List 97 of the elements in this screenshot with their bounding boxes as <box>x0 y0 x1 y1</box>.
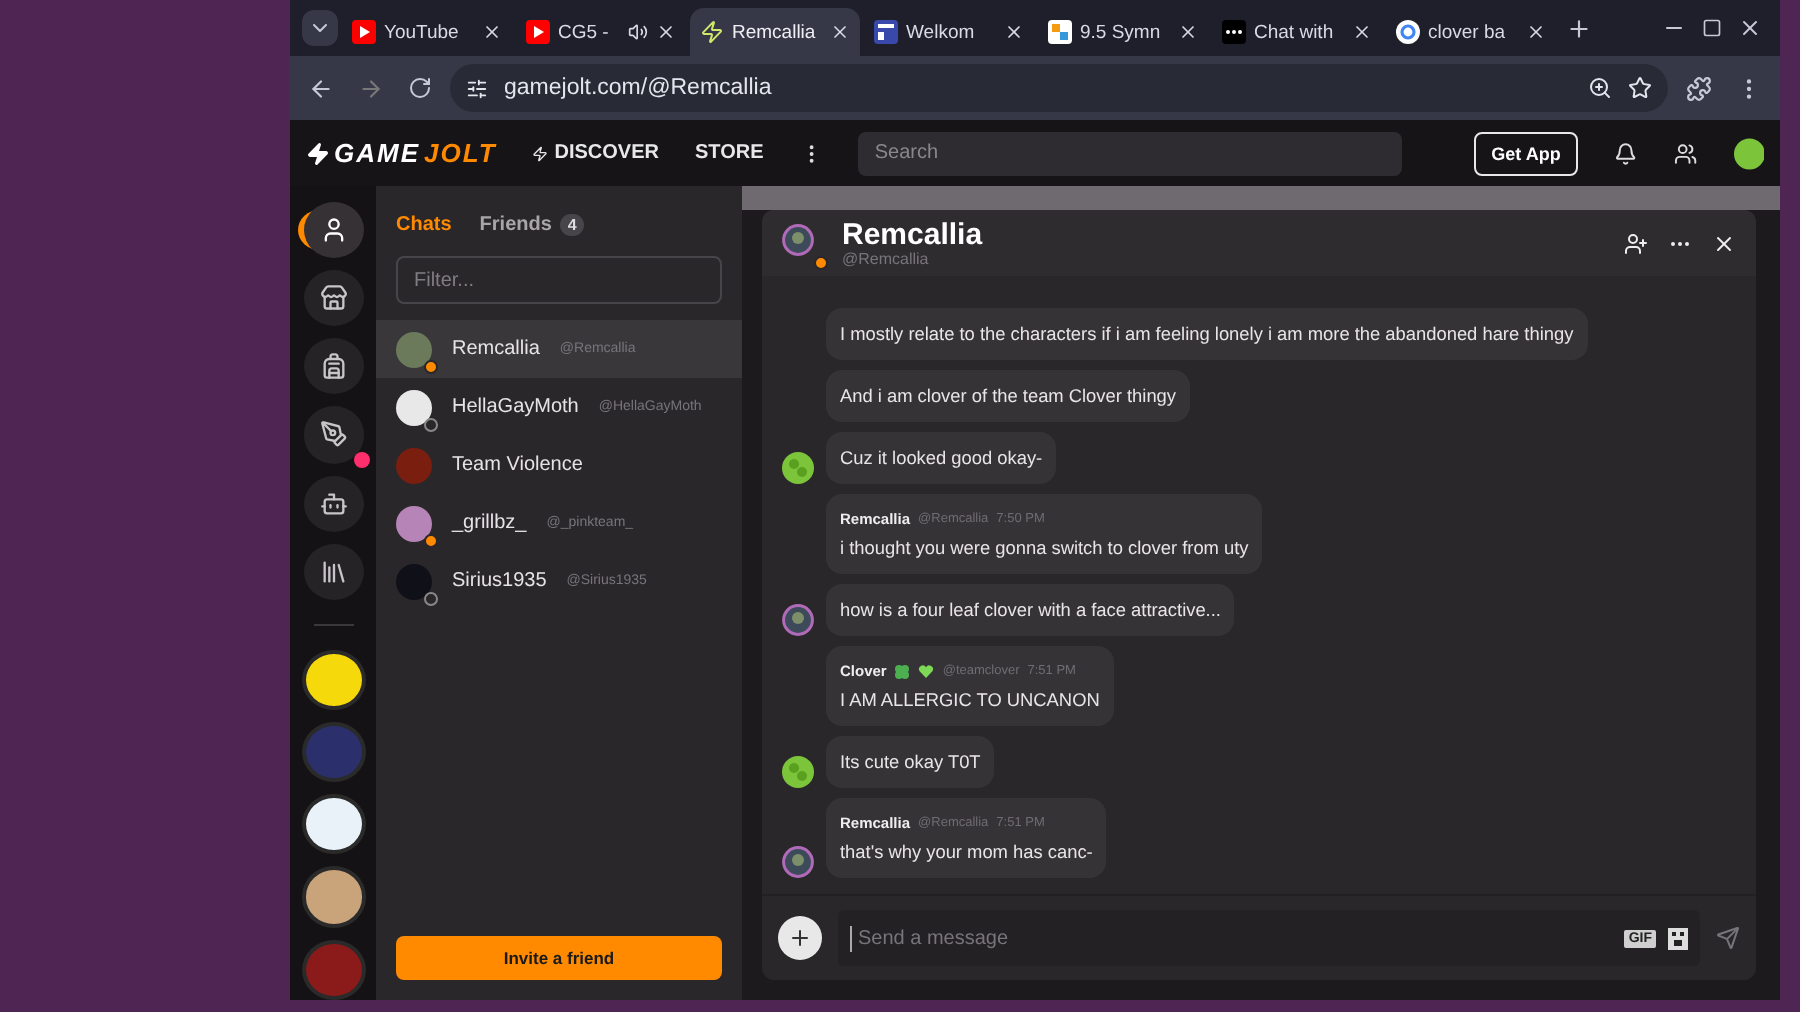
user-name: _grillbz_ <box>452 512 527 534</box>
back-arrow-icon <box>308 75 334 101</box>
clover-icon <box>894 663 911 679</box>
person-icon <box>319 216 347 245</box>
message-text: i thought you were gonna switch to clover from uty <box>840 538 1249 558</box>
user-avatar <box>782 223 814 255</box>
zoom-icon[interactable] <box>1588 76 1612 100</box>
close-icon[interactable] <box>1004 22 1024 42</box>
rail-button[interactable] <box>303 406 363 463</box>
bookmark-star-icon[interactable] <box>1628 76 1652 100</box>
close-icon[interactable] <box>1178 22 1198 42</box>
nav-link[interactable]: DISCOVER <box>532 142 659 164</box>
play-icon <box>526 20 550 44</box>
count-badge: 4 <box>559 214 585 236</box>
nav-link[interactable]: STORE <box>695 142 764 164</box>
send-icon[interactable] <box>1716 926 1740 950</box>
forward-arrow-icon <box>358 75 384 101</box>
chat-tab[interactable]: Chats <box>396 214 452 236</box>
browser-tab[interactable]: Welkom <box>864 8 1034 56</box>
plus-icon <box>1566 15 1592 41</box>
puzzle-icon <box>1686 75 1712 101</box>
message-text: I mostly relate to the characters if i am feeling lonely i am more the abandoned hare thingy <box>840 324 1574 344</box>
message-text: And i am clover of the team Clover thingy <box>840 386 1177 406</box>
bolt-icon <box>700 20 724 44</box>
profile-avatar[interactable] <box>1733 137 1765 169</box>
rail-button[interactable] <box>303 202 363 259</box>
user-avatar <box>782 604 814 636</box>
close-icon <box>1738 16 1762 40</box>
reload-icon <box>408 76 432 100</box>
user-name: Remcallia <box>452 338 540 360</box>
close-icon[interactable] <box>1712 231 1736 255</box>
browser-tab[interactable]: clover ba <box>1386 8 1556 56</box>
browser-tab[interactable]: Chat with <box>1212 8 1382 56</box>
message-text: Cuz it looked good okay- <box>840 448 1043 468</box>
store-icon <box>319 284 347 313</box>
logo-text: GAME <box>334 138 420 168</box>
get-app-button[interactable]: Get App <box>1473 131 1579 175</box>
rail-button[interactable] <box>303 543 363 600</box>
rail-button[interactable] <box>303 475 363 532</box>
browser-tab[interactable]: YouTube <box>342 8 512 56</box>
plus-icon <box>788 926 812 950</box>
robot-icon <box>319 489 347 518</box>
add-button[interactable] <box>778 916 822 960</box>
heart-icon <box>918 663 935 679</box>
message-text: I AM ALLERGIC TO UNCANON <box>840 690 1100 710</box>
rail-button[interactable] <box>303 338 363 395</box>
community-avatar[interactable] <box>301 794 365 855</box>
friends-icon[interactable] <box>1673 141 1698 165</box>
notification-dot <box>353 451 369 467</box>
message-text: that's why your mom has canc- <box>840 842 1093 862</box>
address-bar[interactable]: gamejolt.com/@Remcallia <box>450 64 1668 112</box>
close-icon[interactable] <box>1352 22 1372 42</box>
rail-button[interactable] <box>303 270 363 327</box>
browser-tab[interactable]: 9.5 Symn <box>1038 8 1208 56</box>
maximize-icon <box>1702 18 1722 38</box>
logo-text: JOLT <box>424 138 497 168</box>
close-icon[interactable] <box>656 22 676 42</box>
speaker-icon <box>628 22 648 42</box>
community-avatar[interactable] <box>301 649 365 710</box>
backpack-icon <box>319 352 347 381</box>
tiles-icon <box>1048 20 1072 44</box>
invite-button[interactable]: Invite a friend <box>396 936 722 980</box>
clover-avatar <box>782 452 814 484</box>
browser-tab[interactable]: Remcallia <box>690 8 860 56</box>
library-icon <box>319 557 347 586</box>
browser-tab[interactable]: CG5 - <box>516 8 686 56</box>
message-text: Its cute okay T0T <box>840 752 981 772</box>
bell-icon[interactable] <box>1614 141 1638 165</box>
user-name: Team Violence <box>452 454 583 476</box>
add-user-icon[interactable] <box>1624 231 1648 255</box>
window-icon <box>874 20 898 44</box>
dots-icon <box>1222 20 1246 44</box>
message-field[interactable]: Send a message <box>850 925 1613 951</box>
play-icon <box>352 20 376 44</box>
sticker-icon[interactable] <box>1668 927 1688 949</box>
chat-tab[interactable]: Friends 4 <box>479 214 585 236</box>
filter-field[interactable]: Filter... <box>396 256 722 304</box>
user-name: HellaGayMoth <box>452 396 579 418</box>
google-icon <box>1396 20 1420 44</box>
site-settings-icon <box>466 77 488 99</box>
chat-handle: @Remcallia <box>842 249 931 267</box>
search-field[interactable]: Search <box>858 131 1402 175</box>
bolt-icon <box>532 145 549 161</box>
tab-search-button[interactable] <box>302 10 338 46</box>
community-avatar[interactable] <box>301 866 365 928</box>
chat-title: Remcallia <box>842 219 983 249</box>
bolt-icon <box>306 141 330 165</box>
message-text: how is a four leaf clover with a face attractive... <box>840 600 1221 620</box>
user-avatar <box>782 846 814 878</box>
close-icon[interactable] <box>482 22 502 42</box>
status-dot <box>814 255 828 269</box>
close-icon[interactable] <box>830 22 850 42</box>
chat-list-item[interactable]: Team Violence <box>376 436 742 494</box>
clover-avatar <box>782 756 814 788</box>
close-icon[interactable] <box>1526 22 1546 42</box>
user-name: Sirius1935 <box>452 570 547 592</box>
quill-icon <box>319 420 347 449</box>
